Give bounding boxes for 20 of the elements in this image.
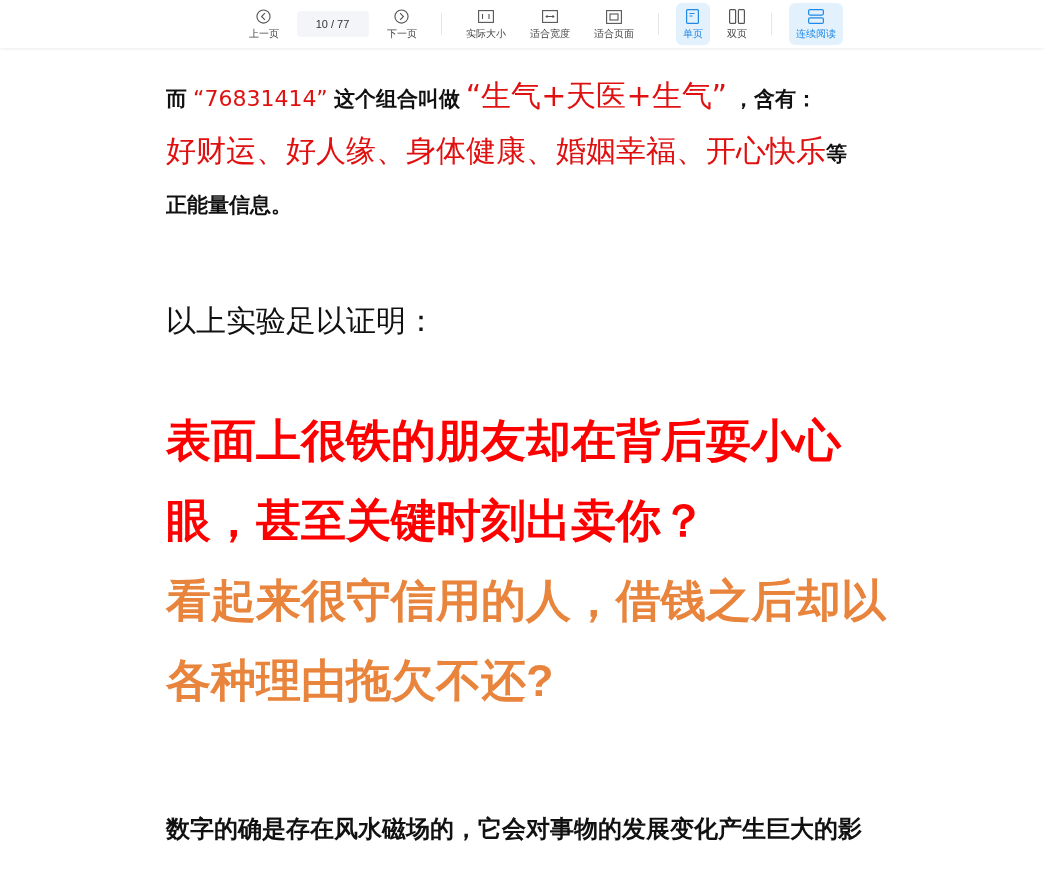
ratio-icon xyxy=(477,8,494,25)
highlight-text-line: 表面上很铁的朋友却在背后耍小心 xyxy=(166,414,843,468)
toolbar-button[interactable]: 实际大小 xyxy=(458,3,513,45)
width-arrows-icon xyxy=(541,8,558,25)
highlight-text-line: 看起来很守信用的人，借钱之后却以 xyxy=(166,574,888,628)
toolbar-button[interactable]: 双页 xyxy=(719,3,754,45)
frame-icon xyxy=(605,8,622,25)
paragraph: 数字的确是存在风水磁场的，它会对事物的发展变化产生巨大的影 xyxy=(166,814,863,844)
toolbar-button[interactable]: 上一页 xyxy=(241,3,286,45)
two-pages-icon xyxy=(728,8,745,25)
highlight-text-line: 眼，甚至关键时刻出卖你？ xyxy=(166,494,707,548)
heading: 以上实验足以证明： xyxy=(166,302,437,340)
page-number-field[interactable]: 10 / 77 xyxy=(296,11,369,37)
highlight-text-line: 各种理由拖欠不还? xyxy=(166,654,555,708)
paragraph: 而 “76831414” 这个组合叫做 “生气+天医+生气” ，含有： 好财运、好人缘、身体健康、婚姻幸福、开心快乐等 正能量信息。 xyxy=(166,77,848,219)
toolbar-button[interactable]: 下一页 xyxy=(379,3,424,45)
toolbar-button[interactable]: 适合宽度 xyxy=(522,3,577,45)
page-icon xyxy=(686,8,699,25)
toolbar-button[interactable]: 适合页面 xyxy=(586,3,641,45)
stacked-pages-icon xyxy=(807,8,824,25)
